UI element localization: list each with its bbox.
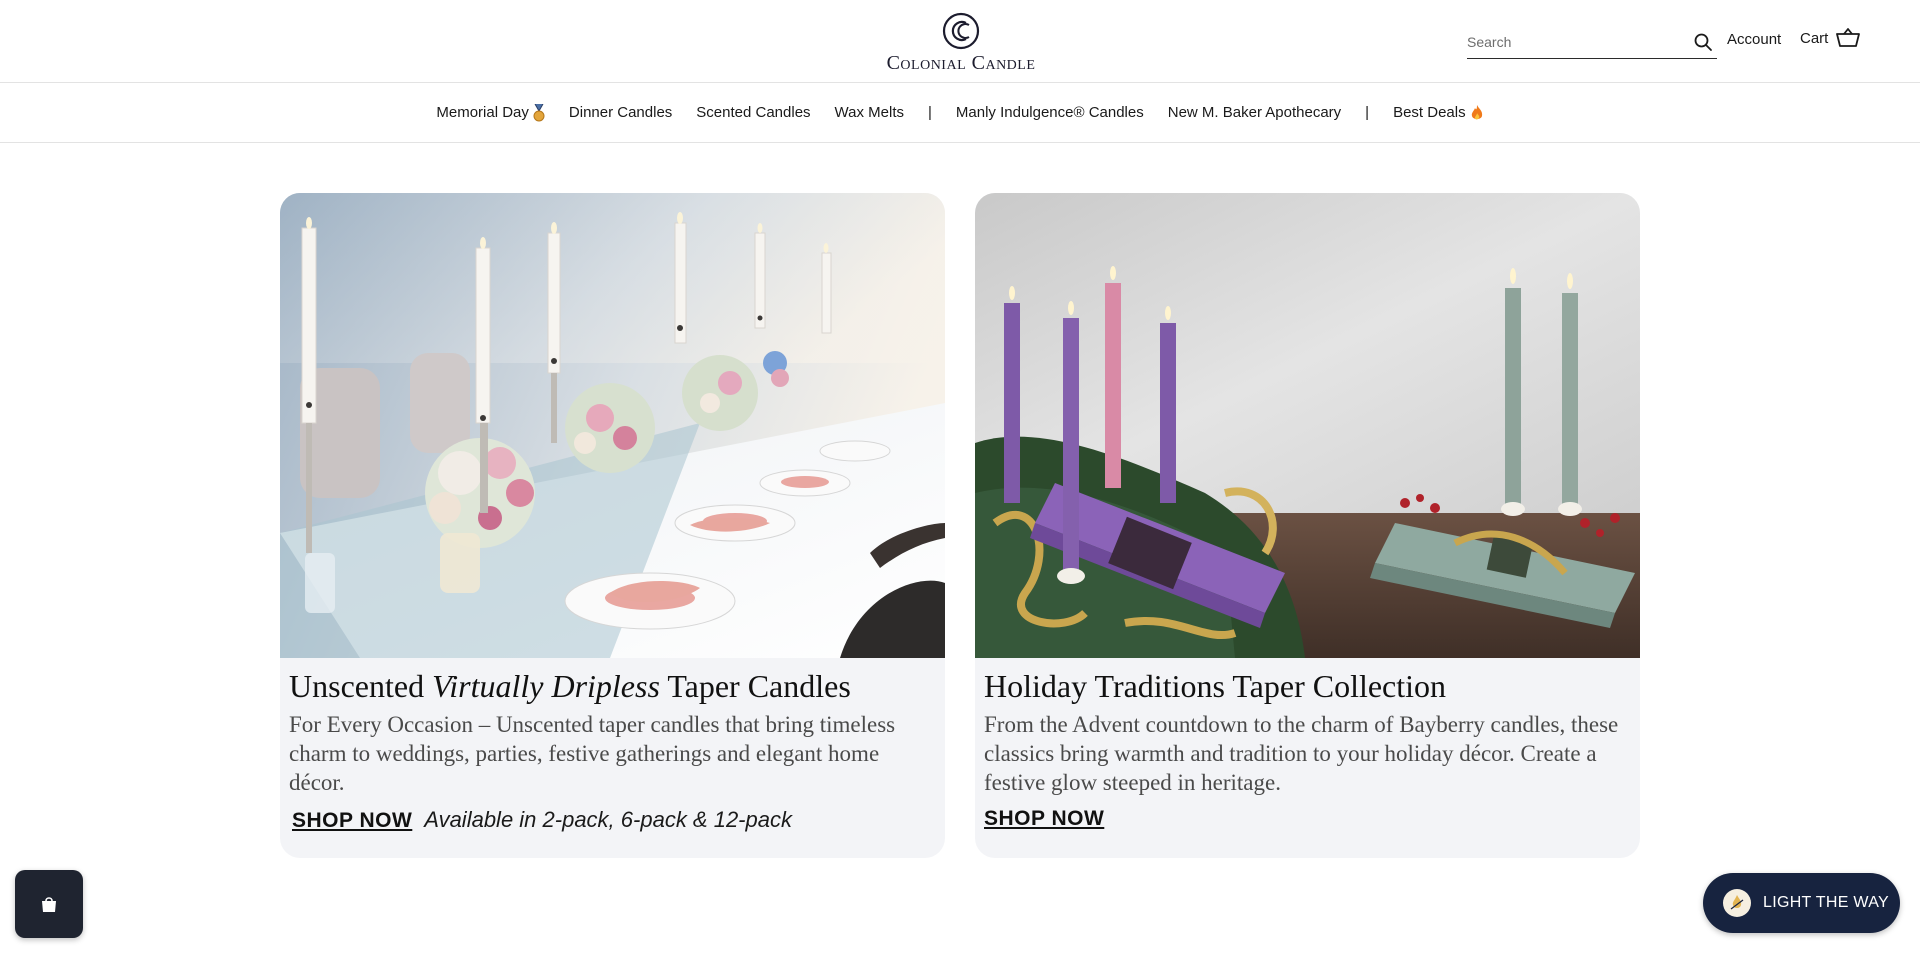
shop-now-button[interactable]: SHOP NOW [289,809,412,833]
main-navigation: Memorial Day Dinner Candles Scented Cand… [0,83,1920,143]
cart-link[interactable]: Cart [1800,28,1861,48]
card-title[interactable]: Unscented Virtually Dripless Taper Candl… [289,666,936,706]
nav-divider: | [928,104,932,121]
nav-item-best-deals[interactable]: Best Deals [1393,104,1484,122]
logo-monogram-icon [942,12,980,50]
cart-icon [1836,28,1861,47]
flame-icon [1471,104,1482,119]
wedding-table-image[interactable] [280,193,945,658]
card-body: Holiday Traditions Taper Collection From… [975,658,1640,858]
holiday-tapers-image[interactable] [975,193,1640,658]
shopping-bag-icon [42,897,56,912]
promo-card-holiday-tapers[interactable]: Holiday Traditions Taper Collection From… [975,193,1640,858]
nav-item-m-baker-apothecary[interactable]: New M. Baker Apothecary [1168,104,1341,121]
shop-app-button[interactable] [15,870,83,938]
card-body: Unscented Virtually Dripless Taper Candl… [280,658,945,858]
logo-wordmark: Colonial Candle [886,52,1036,74]
pack-availability: Available in 2-pack, 6-pack & 12-pack [424,807,792,832]
medal-icon [533,103,545,121]
promo-card-unscented-tapers[interactable]: Unscented Virtually Dripless Taper Candl… [280,193,945,858]
search-input[interactable] [1467,26,1687,56]
account-link[interactable]: Account [1727,31,1781,48]
shop-now-button[interactable]: SHOP NOW [984,807,1104,831]
site-header: Colonial Candle Account Cart [0,0,1920,83]
card-description: For Every Occasion – Unscented taper can… [289,712,896,795]
card-title[interactable]: Holiday Traditions Taper Collection [984,666,1631,706]
nav-item-wax-melts[interactable]: Wax Melts [835,104,904,121]
cart-label: Cart [1800,29,1829,47]
search-box[interactable] [1467,26,1717,59]
search-icon[interactable] [1693,32,1713,52]
light-the-way-button[interactable]: LIGHT THE WAY [1703,873,1900,933]
card-description: From the Advent countdown to the charm o… [984,712,1619,795]
light-the-way-label: LIGHT THE WAY [1763,894,1889,911]
nav-item-manly-indulgence[interactable]: Manly Indulgence® Candles [956,104,1144,121]
brand-logo[interactable]: Colonial Candle [873,12,1049,74]
nav-divider: | [1365,104,1370,121]
card-cta-row: SHOP NOW [984,807,1631,831]
nav-item-dinner-candles[interactable]: Dinner Candles [569,104,672,121]
nav-item-scented-candles[interactable]: Scented Candles [696,104,810,121]
candle-flame-icon [1723,889,1751,917]
card-cta-row: SHOP NOW Available in 2-pack, 6-pack & 1… [289,807,936,833]
nav-item-memorial-day[interactable]: Memorial Day [436,103,545,122]
